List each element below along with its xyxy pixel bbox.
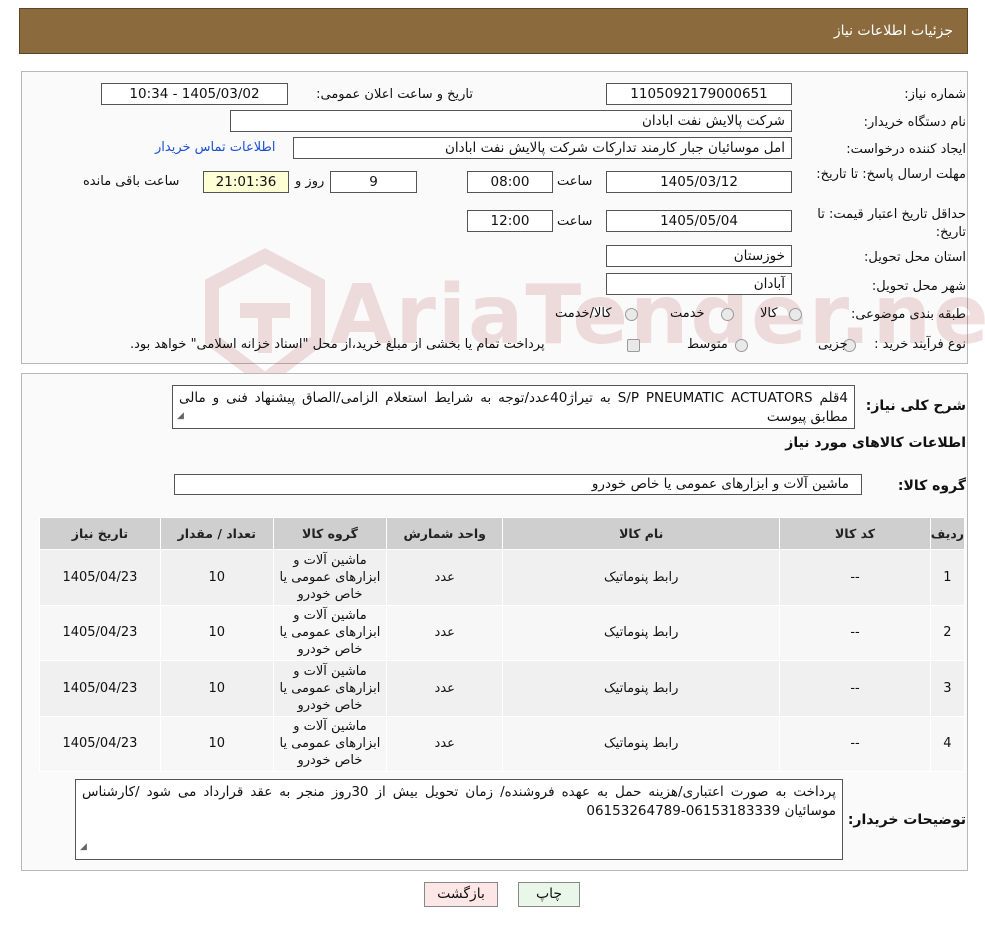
- category-goods-service-radio[interactable]: [625, 308, 638, 321]
- buyer-notes-label: توضیحات خریدار:: [847, 812, 966, 828]
- resize-handle-icon[interactable]: ◢: [177, 407, 184, 426]
- col-group: گروه کالا: [272, 517, 388, 550]
- table-row[interactable]: 3 -- رابط پنوماتیک عدد ماشین آلات و ابزا…: [39, 660, 966, 717]
- announce-datetime-field[interactable]: 1405/03/02 - 10:34: [101, 83, 288, 105]
- validity-date-field[interactable]: 1405/05/04: [606, 210, 792, 232]
- cell-date: 1405/04/23: [39, 549, 161, 606]
- cell-name: رابط پنوماتیک: [502, 660, 781, 717]
- need-number-label: شماره نیاز:: [904, 87, 966, 102]
- back-button[interactable]: بازگشت: [424, 882, 498, 907]
- goods-table: ردیف کد کالا نام کالا واحد شمارش گروه کا…: [39, 517, 966, 772]
- cell-group: ماشین آلات و ابزارهای عمومی یا خاص خودرو: [272, 660, 388, 717]
- deadline-hour-label: ساعت: [557, 174, 593, 189]
- buyer-label: نام دستگاه خریدار:: [863, 115, 966, 130]
- cell-qty: 10: [159, 549, 274, 606]
- deadline-date-field[interactable]: 1405/03/12: [606, 171, 792, 193]
- buyer-notes-text: پرداخت به صورت اعتباری/هزینه حمل به عهده…: [82, 784, 836, 819]
- creator-label: ایجاد کننده درخواست:: [846, 142, 966, 157]
- cell-group: ماشین آلات و ابزارهای عمومی یا خاص خودرو: [272, 604, 388, 661]
- cell-unit: عدد: [386, 549, 504, 606]
- cell-name: رابط پنوماتیک: [502, 604, 781, 661]
- page-header: جزئیات اطلاعات نیاز: [19, 8, 968, 54]
- validity-time-field[interactable]: 12:00: [467, 210, 553, 232]
- col-date: تاریخ نیاز: [39, 517, 161, 550]
- table-row[interactable]: 1 -- رابط پنوماتیک عدد ماشین آلات و ابزا…: [39, 549, 966, 606]
- print-button[interactable]: چاپ: [518, 882, 580, 907]
- cell-code: --: [779, 715, 931, 772]
- resize-handle-icon[interactable]: ◢: [80, 838, 87, 857]
- buyer-notes-field[interactable]: پرداخت به صورت اعتباری/هزینه حمل به عهده…: [75, 779, 843, 860]
- cell-group: ماشین آلات و ابزارهای عمومی یا خاص خودرو: [272, 549, 388, 606]
- cell-code: --: [779, 660, 931, 717]
- announce-label: تاریخ و ساعت اعلان عمومی:: [316, 87, 473, 102]
- days-label: روز و: [295, 174, 325, 189]
- category-label: طبقه بندی موضوعی:: [850, 307, 966, 322]
- cell-name: رابط پنوماتیک: [502, 715, 781, 772]
- description-field[interactable]: 4قلم S/P PNEUMATIC ACTUATORS به تیراژ40ع…: [172, 385, 855, 429]
- remaining-label: ساعت باقی مانده: [83, 174, 180, 189]
- cell-unit: عدد: [386, 604, 504, 661]
- process-note: پرداخت تمام یا بخشی از مبلغ خرید،از محل …: [130, 337, 545, 352]
- goods-info-title: اطلاعات کالاهای مورد نیاز: [785, 435, 966, 451]
- description-label: شرح کلی نیاز:: [865, 398, 966, 414]
- buyer-field[interactable]: شرکت پالایش نفت ابادان: [230, 110, 792, 132]
- process-medium-radio[interactable]: [735, 339, 748, 352]
- validity-hour-label: ساعت: [557, 214, 593, 229]
- category-goods-radio[interactable]: [789, 308, 802, 321]
- table-header-row: ردیف کد کالا نام کالا واحد شمارش گروه کا…: [39, 517, 966, 550]
- province-field[interactable]: خوزستان: [606, 245, 792, 267]
- need-number-field[interactable]: 1105092179000651: [606, 83, 792, 105]
- category-service-label: خدمت: [670, 306, 705, 321]
- cell-row: 4: [929, 715, 966, 772]
- goods-group-label: گروه کالا:: [897, 478, 966, 494]
- process-medium-label: متوسط: [687, 337, 728, 352]
- table-row[interactable]: 4 -- رابط پنوماتیک عدد ماشین آلات و ابزا…: [39, 715, 966, 772]
- city-field[interactable]: آبادان: [606, 273, 792, 295]
- cell-code: --: [779, 549, 931, 606]
- category-service-radio[interactable]: [721, 308, 734, 321]
- category-goods-service-label: کالا/خدمت: [555, 306, 612, 321]
- col-unit: واحد شمارش: [386, 517, 504, 550]
- deadline-label: مهلت ارسال پاسخ: تا تاریخ:: [816, 167, 966, 182]
- cell-group: ماشین آلات و ابزارهای عمومی یا خاص خودرو: [272, 715, 388, 772]
- goods-group-field[interactable]: ماشین آلات و ابزارهای عمومی یا خاص خودرو: [174, 474, 862, 495]
- validity-label: حداقل تاریخ اعتبار قیمت: تا تاریخ:: [817, 207, 966, 240]
- category-goods-label: کالا: [760, 306, 778, 321]
- description-text: 4قلم S/P PNEUMATIC ACTUATORS به تیراژ40ع…: [179, 390, 848, 425]
- remaining-days-field[interactable]: 9: [330, 171, 417, 193]
- cell-name: رابط پنوماتیک: [502, 549, 781, 606]
- cell-date: 1405/04/23: [39, 604, 161, 661]
- deadline-time-field[interactable]: 08:00: [467, 171, 553, 193]
- creator-field[interactable]: امل موسائیان جبار کارمند تدارکات شرکت پا…: [293, 137, 792, 159]
- province-label: استان محل تحویل:: [864, 250, 966, 265]
- cell-unit: عدد: [386, 660, 504, 717]
- process-minor-label: جزیی: [818, 337, 848, 352]
- col-row: ردیف: [929, 517, 966, 550]
- remaining-time-field[interactable]: 21:01:36: [203, 171, 289, 193]
- page-title: جزئیات اطلاعات نیاز: [833, 23, 953, 39]
- cell-row: 1: [929, 549, 966, 606]
- cell-qty: 10: [159, 660, 274, 717]
- treasury-checkbox[interactable]: [627, 339, 640, 352]
- buyer-contact-link[interactable]: اطلاعات تماس خریدار: [155, 140, 275, 155]
- cell-date: 1405/04/23: [39, 715, 161, 772]
- table-row[interactable]: 2 -- رابط پنوماتیک عدد ماشین آلات و ابزا…: [39, 604, 966, 661]
- cell-code: --: [779, 604, 931, 661]
- cell-unit: عدد: [386, 715, 504, 772]
- col-name: نام کالا: [502, 517, 781, 550]
- cell-date: 1405/04/23: [39, 660, 161, 717]
- col-code: کد کالا: [779, 517, 931, 550]
- process-label: نوع فرآیند خرید :: [874, 337, 966, 352]
- cell-qty: 10: [159, 604, 274, 661]
- cell-row: 3: [929, 660, 966, 717]
- cell-row: 2: [929, 604, 966, 661]
- city-label: شهر محل تحویل:: [871, 279, 966, 294]
- col-qty: تعداد / مقدار: [159, 517, 274, 550]
- cell-qty: 10: [159, 715, 274, 772]
